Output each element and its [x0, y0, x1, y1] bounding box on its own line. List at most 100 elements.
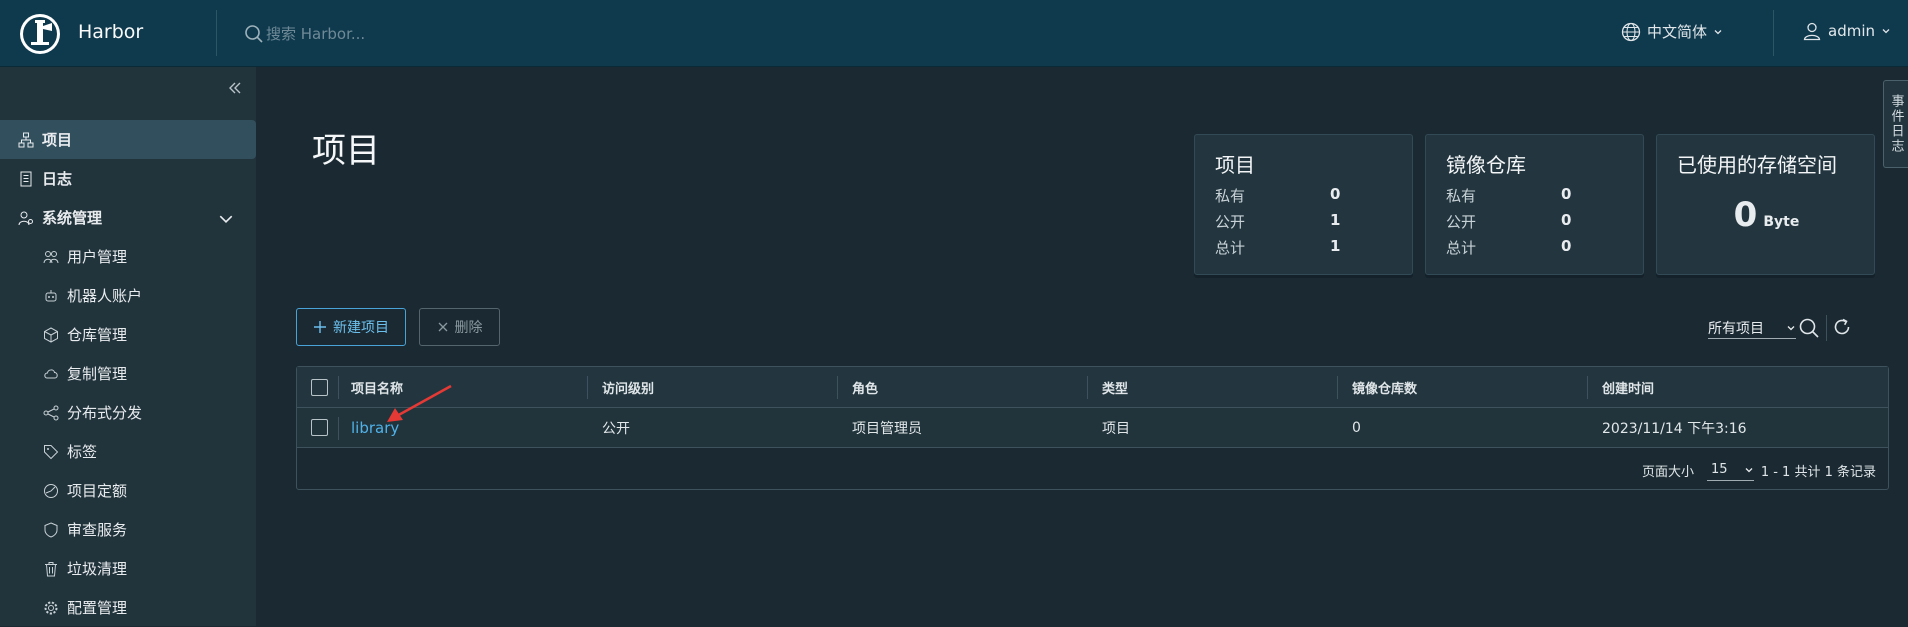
sidebar-item-quotas[interactable]: 项目定额	[0, 471, 256, 510]
refresh-icon[interactable]	[1832, 317, 1852, 337]
users-icon	[43, 250, 59, 263]
harbor-logo-icon[interactable]	[18, 12, 62, 56]
card-title: 已使用的存储空间	[1677, 153, 1837, 177]
chevron-down-icon	[1714, 29, 1722, 34]
search-icon[interactable]	[1798, 317, 1820, 339]
column-divider	[1087, 376, 1088, 399]
page-size-label: 页面大小	[1642, 465, 1695, 480]
top-header: Harbor 中文简体 admin	[0, 0, 1908, 67]
row-checkbox[interactable]	[311, 419, 328, 436]
brand-name[interactable]: Harbor	[78, 21, 143, 43]
username: admin	[1828, 22, 1875, 40]
gear-icon	[44, 601, 58, 614]
role-cell: 项目管理员	[852, 420, 922, 437]
replication-icon	[44, 368, 58, 378]
projects-icon	[18, 132, 34, 147]
page-size-select[interactable]: 15	[1707, 459, 1754, 481]
sidebar-item-label: 配置管理	[67, 599, 128, 617]
created-time-cell: 2023/11/14 下午3:16	[1602, 420, 1747, 437]
sidebar-item-logs[interactable]: 日志	[0, 159, 256, 198]
table-header: 项目名称 访问级别 角色 类型 镜像仓库数 创建时间	[297, 367, 1888, 408]
sidebar-item-label: 分布式分发	[67, 404, 143, 422]
pagination-total: 1 - 1 共计 1 条记录	[1760, 465, 1876, 480]
card-row-label: 总计	[1215, 239, 1246, 257]
column-divider	[338, 417, 339, 440]
sidebar-item-robot-accounts[interactable]: 机器人账户	[0, 276, 256, 315]
close-icon	[438, 322, 447, 332]
table-footer: 页面大小 15 1 - 1 共计 1 条记录	[297, 449, 1888, 489]
repo-count-cell: 0	[1352, 419, 1361, 436]
user-menu[interactable]: admin	[1802, 21, 1891, 41]
projects-summary-card: 项目 私有 0 公开 1 总计 1	[1194, 134, 1413, 275]
chevron-down-icon	[1745, 467, 1753, 472]
column-header-repo-count[interactable]: 镜像仓库数	[1352, 367, 1417, 407]
new-project-button[interactable]: 新建项目	[296, 308, 406, 346]
storage-used: 0 Byte	[1657, 195, 1876, 235]
sidebar-item-label: 项目定额	[67, 482, 128, 500]
column-header-access[interactable]: 访问级别	[602, 367, 654, 407]
repositories-summary-card: 镜像仓库 私有 0 公开 0 总计 0	[1425, 134, 1644, 275]
sidebar-item-label: 复制管理	[67, 365, 128, 383]
admin-icon	[18, 211, 33, 225]
sidebar-item-label: 系统管理	[42, 209, 103, 227]
user-icon	[1803, 22, 1821, 41]
row-select-cell	[311, 408, 328, 447]
sidebar-item-label: 项目	[42, 131, 73, 149]
annotation-arrow-icon	[387, 384, 452, 422]
language-selector[interactable]: 中文简体	[1621, 21, 1723, 42]
storage-value: 0	[1733, 195, 1758, 235]
sidebar-item-users[interactable]: 用户管理	[0, 237, 256, 276]
column-header-created[interactable]: 创建时间	[1602, 367, 1654, 407]
sidebar-item-label: 审查服务	[67, 521, 128, 539]
sidebar-item-scanners[interactable]: 审查服务	[0, 510, 256, 549]
sidebar-item-label: 垃圾清理	[67, 560, 128, 578]
storage-unit: Byte	[1763, 214, 1800, 230]
select-all-checkbox[interactable]	[311, 378, 328, 396]
sidebar-item-configuration[interactable]: 配置管理	[0, 588, 256, 627]
sidebar-item-label: 机器人账户	[67, 287, 143, 305]
card-row-value: 1	[1330, 211, 1341, 229]
chevron-down-icon	[1787, 325, 1795, 330]
table-row[interactable]: library 公开 项目管理员 项目 0 2023/11/14 下午3:16	[297, 408, 1888, 448]
sidebar-item-registries[interactable]: 仓库管理	[0, 315, 256, 354]
sidebar-item-gc[interactable]: 垃圾清理	[0, 549, 256, 588]
card-title: 项目	[1215, 153, 1255, 177]
global-search-input[interactable]	[266, 21, 566, 47]
card-row-label: 公开	[1215, 213, 1246, 231]
header-divider	[216, 10, 217, 56]
quota-icon	[44, 483, 58, 498]
distribution-icon	[43, 405, 59, 420]
card-row-value: 0	[1561, 237, 1572, 255]
project-filter-select[interactable]: 所有项目	[1708, 317, 1796, 339]
projects-table: 项目名称 访问级别 角色 类型 镜像仓库数 创建时间 library 公开 项目…	[296, 366, 1889, 490]
chevron-down-icon	[219, 215, 233, 223]
sidebar-item-label: 仓库管理	[67, 326, 128, 344]
sidebar-item-replication[interactable]: 复制管理	[0, 354, 256, 393]
sidebar: 项目 日志 系统管理 用户管理 机器人账户 仓库管理 复制管理 分布式分发 标签…	[0, 67, 256, 626]
event-log-tab[interactable]: 事件日志	[1883, 80, 1908, 168]
storage-summary-card: 已使用的存储空间 0 Byte	[1656, 134, 1875, 275]
type-cell: 项目	[1102, 420, 1130, 437]
sidebar-item-tags[interactable]: 标签	[0, 432, 256, 471]
plus-icon	[314, 321, 326, 333]
sidebar-item-projects[interactable]: 项目	[0, 120, 256, 159]
card-title: 镜像仓库	[1446, 153, 1526, 177]
column-divider	[1337, 376, 1338, 399]
card-row-value: 0	[1330, 185, 1341, 203]
delete-button[interactable]: 删除	[419, 308, 500, 346]
chevron-down-icon	[1882, 29, 1890, 34]
collapse-sidebar-icon[interactable]	[226, 79, 244, 97]
language-label: 中文简体	[1647, 23, 1708, 41]
card-row-label: 公开	[1446, 213, 1477, 231]
card-row-label: 私有	[1215, 187, 1246, 205]
trash-icon	[45, 561, 57, 576]
logs-icon	[20, 171, 32, 186]
search-icon	[245, 25, 263, 43]
header-divider	[1773, 10, 1774, 56]
globe-icon	[1621, 22, 1641, 41]
column-header-type[interactable]: 类型	[1102, 367, 1128, 407]
shield-icon	[44, 521, 58, 538]
sidebar-item-admin[interactable]: 系统管理	[0, 198, 256, 237]
sidebar-item-distribution[interactable]: 分布式分发	[0, 393, 256, 432]
column-header-role[interactable]: 角色	[852, 367, 878, 407]
